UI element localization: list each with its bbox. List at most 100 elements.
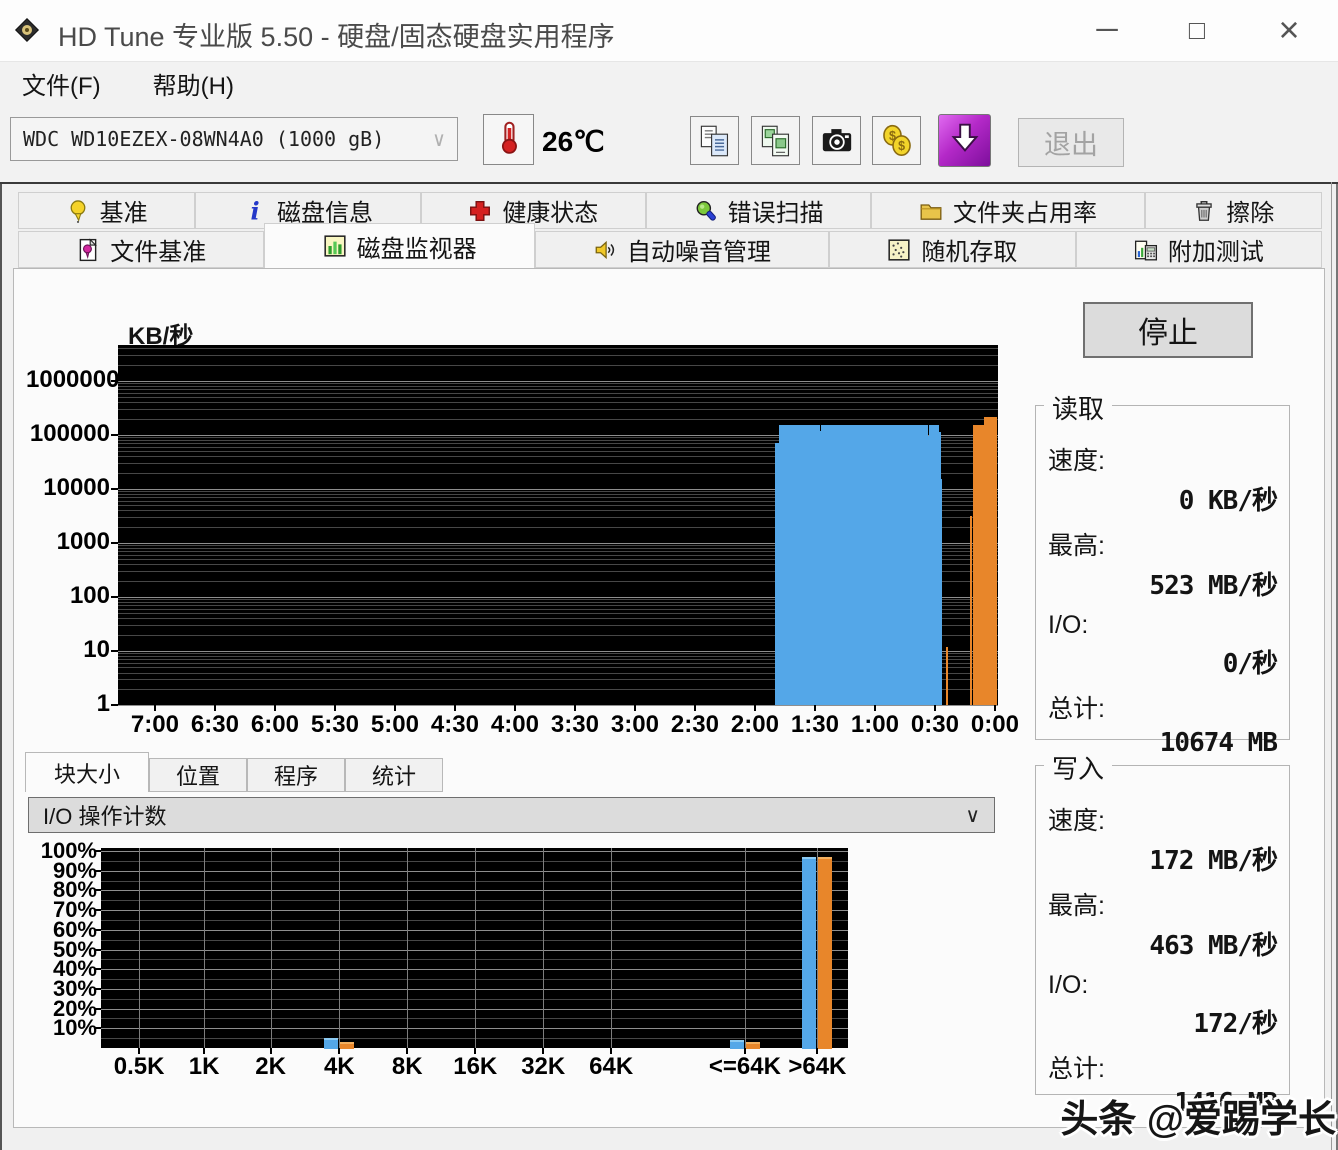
x-axis-tick: [816, 1048, 819, 1054]
x-axis-tick: [542, 1048, 545, 1054]
gridline: [118, 355, 998, 356]
info-icon: i: [243, 199, 267, 223]
donate-button[interactable]: $ $: [872, 116, 921, 165]
stop-button[interactable]: 停止: [1083, 302, 1253, 358]
gridline: [118, 383, 998, 385]
menu-file[interactable]: 文件(F): [4, 62, 119, 105]
update-button[interactable]: [938, 114, 991, 167]
window-edge: [1331, 182, 1332, 1150]
temperature-value: 26℃: [542, 126, 605, 157]
stat-value: 0/秒: [1222, 649, 1278, 679]
series-segment-写入: [969, 515, 972, 705]
copy-image-button[interactable]: [751, 116, 800, 165]
y-axis-tick: [111, 487, 118, 490]
tab-label: 自动噪音管理: [627, 239, 772, 266]
tab-disk-monitor[interactable]: 磁盘监视器: [264, 223, 535, 268]
y-axis-tick: [111, 541, 118, 544]
bar-写入-<=64K: [745, 1042, 760, 1049]
tab-label: 附加测试: [1167, 239, 1264, 266]
svg-text:i: i: [250, 199, 259, 223]
stat-label: I/O:: [1048, 611, 1089, 639]
tab-row-1: 基准 i 磁盘信息 健康状态 错误扫描 文件夹占用率 擦除: [18, 190, 1322, 229]
tab-aam[interactable]: 自动噪音管理: [534, 231, 830, 268]
sub-tab-3[interactable]: 统计: [345, 758, 443, 792]
bar-写入-4K: [340, 1042, 355, 1049]
tab-erase[interactable]: 擦除: [1144, 192, 1322, 229]
y-axis-tick: [111, 704, 118, 706]
stat-label: 速度:: [1048, 447, 1105, 475]
exit-button[interactable]: 退出: [1018, 118, 1124, 167]
gridline: [407, 848, 409, 1048]
tab-label: 文件基准: [110, 239, 207, 266]
gridline: [118, 380, 998, 382]
screenshot-button[interactable]: [812, 116, 861, 165]
tab-folder-usage[interactable]: 文件夹占用率: [871, 192, 1145, 229]
x-axis-tick: [610, 1048, 613, 1054]
stat-label: 最高:: [1048, 892, 1105, 920]
tab-label: 磁盘监视器: [356, 235, 477, 263]
histogram-type-select[interactable]: I/O 操作计数 ∨: [28, 797, 995, 833]
y-axis-tick-label: 100000: [29, 419, 110, 447]
tab-label: 基准: [99, 200, 148, 227]
series-segment-写入: [984, 416, 998, 705]
file-bulb-icon: [76, 237, 100, 262]
menu-help[interactable]: 帮助(H): [135, 62, 252, 105]
download-arrow-icon: [945, 118, 985, 163]
minimize-button[interactable]: ─: [1072, 0, 1142, 60]
y-axis-tick: [111, 595, 118, 598]
x-axis-tick: [393, 705, 396, 711]
maximize-button[interactable]: □: [1162, 0, 1232, 60]
tab-file-benchmark[interactable]: 文件基准: [18, 231, 265, 268]
x-axis-tick-label: 64K: [589, 1053, 634, 1080]
stat-value: 523 MB/秒: [1149, 571, 1278, 601]
drive-select[interactable]: WDC WD10EZEX-08WN4A0 (1000 gB) ∨: [10, 117, 458, 161]
svg-text:$: $: [898, 139, 905, 153]
stat-label: 总计:: [1048, 695, 1105, 723]
x-axis-tick: [406, 1048, 409, 1054]
y-axis-tick: [95, 1027, 101, 1030]
chevron-down-icon: ∨: [432, 127, 445, 151]
x-axis-tick: [153, 705, 156, 711]
y-axis-tick-label: 1000000: [26, 365, 120, 393]
close-button[interactable]: ×: [1254, 0, 1324, 60]
tab-benchmark[interactable]: 基准: [18, 192, 196, 229]
y-axis-tick-label: 1000: [56, 527, 110, 555]
sub-tab-1[interactable]: 位置: [149, 758, 247, 792]
gridline: [118, 386, 998, 387]
tab-label: 随机存取: [921, 239, 1018, 266]
y-axis-tick: [95, 850, 101, 852]
tab-label: 擦除: [1226, 200, 1275, 227]
gridline: [475, 848, 477, 1048]
x-axis-tick: [693, 705, 696, 711]
y-axis-tick-label: 1: [96, 690, 110, 717]
tab-error-scan[interactable]: 错误扫描: [645, 192, 872, 229]
gridline: [744, 848, 746, 1048]
sub-tab-2[interactable]: 程序: [247, 758, 345, 792]
x-axis-tick: [138, 1048, 141, 1054]
block-size-histogram: [101, 848, 848, 1049]
gridline: [118, 348, 998, 350]
bulb-icon: [66, 199, 90, 223]
y-axis-tick: [95, 909, 101, 912]
gridline: [118, 409, 998, 411]
x-axis-tick: [273, 705, 276, 711]
window-title: HD Tune 专业版 5.50 - 硬盘/固态硬盘实用程序: [58, 22, 615, 52]
tab-random-access[interactable]: 随机存取: [829, 231, 1076, 268]
copy-text-button[interactable]: [690, 116, 739, 165]
temperature-button[interactable]: [483, 114, 534, 165]
x-axis-tick: [873, 705, 876, 711]
histogram-type-value: I/O 操作计数: [43, 804, 167, 829]
sub-tab-0[interactable]: 块大小: [25, 752, 149, 792]
gridline: [118, 389, 998, 391]
tab-extra-tests[interactable]: 附加测试: [1075, 231, 1323, 268]
bar-读取->64K: [802, 856, 817, 1049]
series-segment-写入: [946, 646, 949, 705]
toolbar: WDC WD10EZEX-08WN4A0 (1000 gB) ∨ 26℃ 退出 …: [0, 105, 1338, 182]
series-segment-读取: [779, 424, 820, 705]
y-axis-tick-label: 10: [83, 635, 110, 663]
x-axis-tick: [338, 1048, 341, 1054]
series-segment-写入: [972, 425, 985, 705]
x-axis-tick: [633, 705, 636, 711]
extra-tests-icon: [1134, 238, 1158, 262]
y-axis-tick: [111, 433, 118, 436]
